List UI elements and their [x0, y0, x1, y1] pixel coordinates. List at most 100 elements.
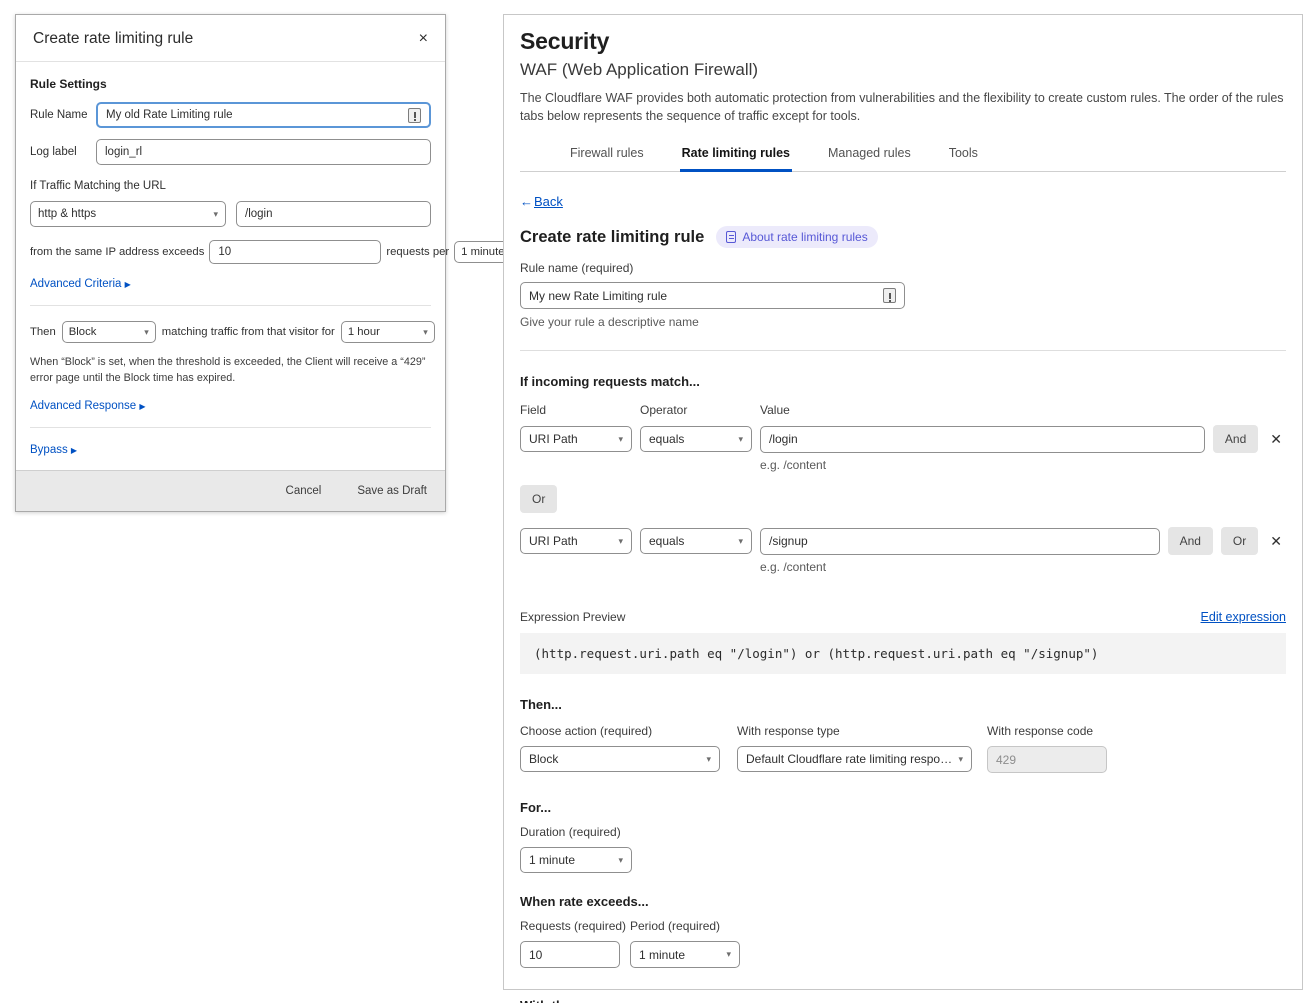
chevron-down-icon: ▾ [144, 327, 149, 338]
field-select-value: URI Path [529, 432, 578, 446]
and-button[interactable]: And [1213, 425, 1258, 453]
back-arrow-icon: ← [520, 194, 533, 209]
log-label-label: Log label [30, 146, 88, 158]
back-label: Back [534, 194, 563, 209]
requests-field-wrap [520, 941, 620, 968]
requests-field-wrap [209, 240, 381, 264]
scheme-select[interactable]: http & https ▾ [30, 201, 226, 227]
action-select[interactable]: Block ▾ [520, 746, 720, 772]
about-rate-limiting-badge[interactable]: About rate limiting rules [716, 226, 877, 248]
requests-label: Requests (required) [520, 919, 630, 933]
waf-tabs: Firewall rules Rate limiting rules Manag… [520, 140, 1286, 172]
action-select-value: Block [529, 752, 558, 766]
or-button[interactable]: Or [520, 485, 557, 513]
traffic-match-label: If Traffic Matching the URL [30, 180, 431, 192]
expression-preview-section: Expression Preview Edit expression (http… [520, 610, 1286, 674]
chevron-down-icon: ▾ [706, 754, 711, 765]
expression-code: (http.request.uri.path eq "/login") or (… [520, 633, 1286, 674]
back-link[interactable]: ← Back [520, 194, 563, 209]
field-select[interactable]: URI Path ▾ [520, 528, 632, 554]
bypass-link[interactable]: Bypass ▶ [30, 444, 431, 456]
field-column-label: Field [520, 403, 640, 417]
security-waf-panel: Security WAF (Web Application Firewall) … [503, 14, 1303, 990]
advanced-criteria-link[interactable]: Advanced Criteria ▶ [30, 278, 431, 290]
bypass-label: Bypass [30, 444, 68, 456]
arrow-right-icon: ▶ [139, 402, 145, 411]
edit-expression-link[interactable]: Edit expression [1201, 610, 1286, 624]
dialog-title: Create rate limiting rule [33, 30, 193, 48]
value-input[interactable] [769, 432, 1196, 446]
tab-tools[interactable]: Tools [947, 140, 980, 172]
advanced-response-link[interactable]: Advanced Response ▶ [30, 400, 431, 412]
dialog-body: Rule Settings Rule Name Log label If Tra… [16, 62, 445, 456]
form-title-row: Create rate limiting rule About rate lim… [520, 226, 1286, 248]
value-input[interactable] [769, 534, 1151, 548]
match-section: If incoming requests match... Field Oper… [520, 374, 1286, 574]
log-label-row: Log label [30, 139, 431, 165]
and-button[interactable]: And [1168, 527, 1213, 555]
field-select[interactable]: URI Path ▾ [520, 426, 632, 452]
response-type-select[interactable]: Default Cloudflare rate limiting respons… [737, 746, 972, 772]
dialog-header: Create rate limiting rule × [16, 15, 445, 62]
operator-select[interactable]: equals ▾ [640, 528, 752, 554]
rate-period-select[interactable]: 1 minute ▾ [630, 941, 740, 968]
chevron-down-icon: ▾ [618, 434, 623, 445]
remove-condition-icon[interactable]: ✕ [1266, 531, 1286, 551]
threshold-middle: requests per [386, 246, 449, 258]
document-icon [726, 231, 736, 243]
url-field-wrap [236, 201, 431, 227]
rule-name-field-wrap [96, 102, 431, 128]
condition-row: URI Path ▾ equals ▾ And ✕ [520, 425, 1286, 453]
rule-name-section: Rule name (required) Give your rule a de… [520, 261, 1286, 329]
rule-name-input[interactable] [529, 289, 877, 303]
threshold-row: from the same IP address exceeds request… [30, 240, 431, 264]
expression-preview-label: Expression Preview [520, 610, 625, 624]
cancel-button[interactable]: Cancel [286, 485, 322, 497]
page-description: The Cloudflare WAF provides both automat… [520, 89, 1286, 125]
response-code-label: With response code [987, 724, 1107, 738]
duration-select[interactable]: 1 minute ▾ [520, 847, 632, 873]
requests-input[interactable] [529, 948, 611, 962]
save-as-draft-button[interactable]: Save as Draft [357, 485, 427, 497]
advanced-criteria-label: Advanced Criteria [30, 278, 121, 290]
then-row: Then Block ▾ matching traffic from that … [30, 321, 431, 343]
chevron-down-icon: ▾ [618, 855, 623, 866]
requests-input[interactable] [218, 246, 372, 258]
rate-period-value: 1 minute [639, 948, 685, 962]
log-label-input[interactable] [105, 146, 422, 158]
match-heading: If incoming requests match... [520, 374, 1286, 389]
condition-row: URI Path ▾ equals ▾ And Or ✕ [520, 527, 1286, 555]
tab-managed-rules[interactable]: Managed rules [826, 140, 913, 172]
advanced-response-label: Advanced Response [30, 400, 136, 412]
operator-select[interactable]: equals ▾ [640, 426, 752, 452]
close-icon[interactable]: × [419, 31, 428, 47]
divider [30, 305, 431, 306]
rule-name-label: Rule Name [30, 109, 88, 121]
log-label-field-wrap [96, 139, 431, 165]
value-column-label: Value [760, 403, 790, 417]
value-hint: e.g. /content [760, 458, 1286, 472]
then-suffix: matching traffic from that visitor for [162, 326, 335, 338]
tab-firewall-rules[interactable]: Firewall rules [568, 140, 646, 172]
scheme-select-value: http & https [38, 208, 96, 220]
ban-duration-select[interactable]: 1 hour ▾ [341, 321, 435, 343]
then-section: Then... Choose action (required) Block ▾… [520, 697, 1286, 773]
response-code-field-wrap [987, 746, 1107, 773]
remove-condition-icon[interactable]: ✕ [1266, 429, 1286, 449]
chevron-down-icon: ▾ [958, 754, 963, 765]
url-input[interactable] [245, 208, 422, 220]
rule-name-row: Rule Name [30, 102, 431, 128]
rule-name-input[interactable] [106, 109, 402, 121]
tab-rate-limiting-rules[interactable]: Rate limiting rules [680, 140, 792, 172]
page-subtitle: WAF (Web Application Firewall) [520, 60, 1286, 80]
form-title: Create rate limiting rule [520, 228, 704, 247]
chevron-down-icon: ▾ [738, 434, 743, 445]
ban-duration-value: 1 hour [348, 326, 380, 338]
period-select-value: 1 minute [461, 246, 504, 258]
response-code-input [996, 753, 1098, 767]
for-heading: For... [520, 800, 1286, 815]
or-button[interactable]: Or [1221, 527, 1258, 555]
block-note: When “Block” is set, when the threshold … [30, 354, 431, 386]
action-select[interactable]: Block ▾ [62, 321, 156, 343]
rule-name-label: Rule name (required) [520, 261, 1286, 275]
